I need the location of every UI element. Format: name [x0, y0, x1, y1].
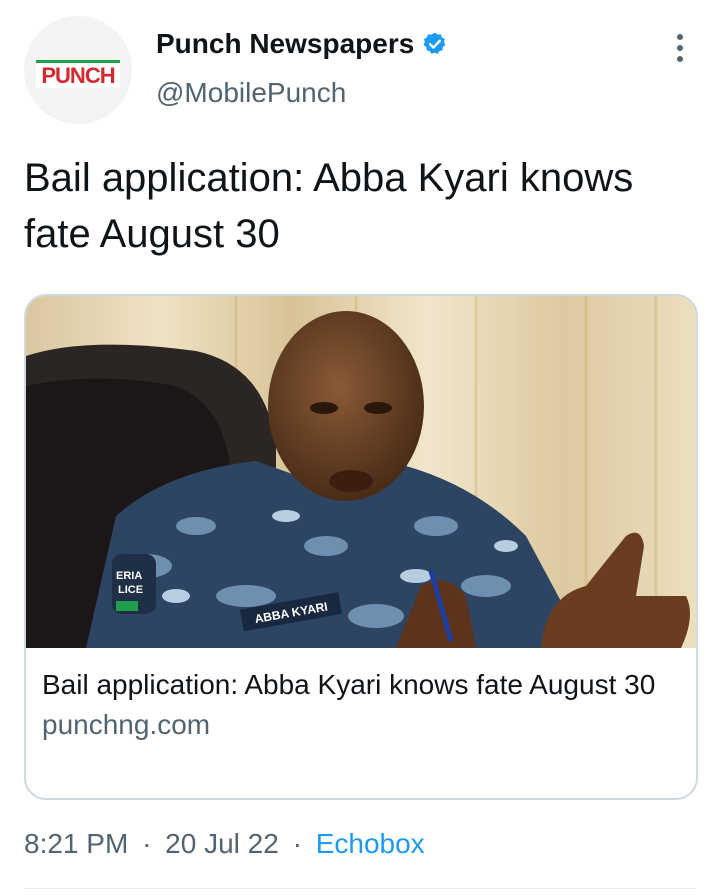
card-image[interactable]: ERIA LICE ABBA KYARI — [26, 296, 696, 648]
tweet-text: Bail application: Abba Kyari knows fate … — [24, 156, 634, 256]
card-domain: punchng.com — [42, 709, 211, 740]
tweet-time[interactable]: 8:21 PM — [24, 828, 128, 859]
card-body[interactable]: Bail application: Abba Kyari knows fate … — [42, 666, 672, 742]
svg-text:PUNCH: PUNCH — [41, 63, 114, 88]
verified-badge-icon — [422, 31, 448, 57]
svg-text:LICE: LICE — [118, 584, 143, 596]
punch-logo-icon: PUNCH — [24, 16, 132, 124]
user-info: Punch Newspapers @MobilePunch — [156, 26, 448, 110]
svg-text:ERIA: ERIA — [116, 570, 142, 582]
display-name[interactable]: Punch Newspapers — [156, 26, 414, 62]
tweet-date[interactable]: 20 Jul 22 — [165, 828, 279, 859]
tweet-meta: 8:21 PM · 20 Jul 22 · Echobox — [24, 826, 425, 862]
card-title: Bail application: Abba Kyari knows fate … — [42, 669, 656, 700]
more-options-icon[interactable] — [672, 34, 688, 70]
meta-separator: · — [292, 828, 302, 859]
tweet-source-link[interactable]: Echobox — [316, 828, 425, 859]
tweet-header: PUNCH Punch Newspapers @MobilePunch — [24, 16, 696, 126]
divider — [24, 888, 696, 889]
link-preview-card[interactable]: ERIA LICE ABBA KYARI Bail application: A… — [24, 294, 698, 800]
avatar[interactable]: PUNCH — [24, 16, 132, 124]
user-handle[interactable]: @MobilePunch — [156, 76, 448, 110]
meta-separator: · — [142, 828, 152, 859]
